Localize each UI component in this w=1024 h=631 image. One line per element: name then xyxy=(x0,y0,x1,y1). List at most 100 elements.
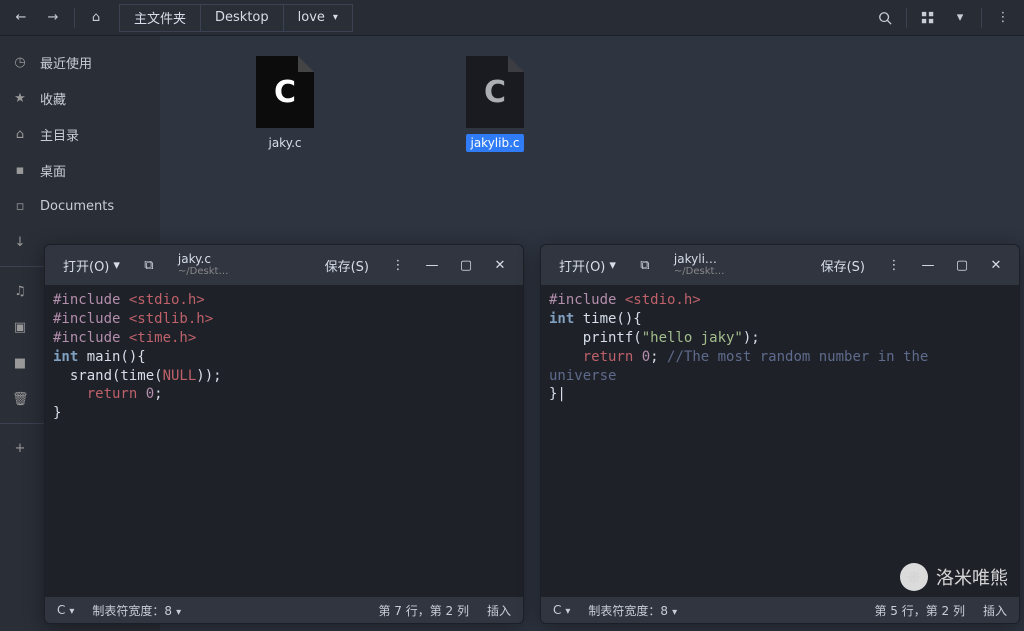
sidebar-item-label: 最近使用 xyxy=(40,53,92,72)
save-button[interactable]: 保存(S) xyxy=(315,251,379,279)
file-icon-view[interactable]: C jaky.c C jakylib.c xyxy=(160,36,1024,236)
open-button[interactable]: 打开(O) ▾ xyxy=(549,251,626,279)
home-button[interactable]: ⌂ xyxy=(81,4,111,32)
minimize-button[interactable]: — xyxy=(913,251,943,279)
editor-header: 打开(O) ▾ ⧉ jaky.c ~/Deskt… 保存(S) ⋮ — ▢ ✕ xyxy=(45,245,523,285)
clock-icon: ◷ xyxy=(12,55,28,70)
minimize-button[interactable]: — xyxy=(417,251,447,279)
menu-button[interactable]: ⋮ xyxy=(383,251,413,279)
status-language[interactable]: C▾ xyxy=(57,603,74,617)
chevron-down-icon: ▾ xyxy=(69,606,74,617)
status-tabwidth[interactable]: 制表符宽度：8▾ xyxy=(92,602,181,619)
grid-icon xyxy=(921,11,935,25)
sidebar-item-starred[interactable]: ★ 收藏 xyxy=(0,80,160,116)
open-button[interactable]: 打开(O) ▾ xyxy=(53,251,130,279)
chevron-down-icon: ▾ xyxy=(113,258,120,273)
editor-filepath: ~/Deskt… xyxy=(178,266,229,277)
videos-icon: ■ xyxy=(12,356,28,371)
file-item[interactable]: C jaky.c xyxy=(240,56,330,216)
c-file-icon: C xyxy=(466,56,524,128)
home-icon: ⌂ xyxy=(12,127,28,142)
view-dropdown-button[interactable]: ▾ xyxy=(945,4,975,32)
menu-button[interactable]: ⋮ xyxy=(879,251,909,279)
file-item[interactable]: C jakylib.c xyxy=(450,56,540,216)
sidebar-item-label: 桌面 xyxy=(40,161,66,180)
code-editor[interactable]: #include <stdio.h>int time(){ printf("he… xyxy=(541,285,1019,597)
editor-filename: jakyli… xyxy=(674,253,717,266)
watermark: ❋ 洛米唯熊 xyxy=(900,563,1008,591)
music-icon: ♫ xyxy=(12,284,28,299)
forward-button[interactable]: → xyxy=(38,4,68,32)
minimize-icon: — xyxy=(426,258,439,273)
chevron-down-icon: ▾ xyxy=(565,606,570,617)
file-name-label: jaky.c xyxy=(264,134,305,152)
breadcrumb: 主文件夹 Desktop love ▾ xyxy=(119,4,868,32)
download-icon: ↓ xyxy=(12,235,28,250)
editor-statusbar: C▾ 制表符宽度：8▾ 第 7 行，第 2 列 插入 xyxy=(45,597,523,623)
sidebar-item-recent[interactable]: ◷ 最近使用 xyxy=(0,44,160,80)
kebab-icon: ⋮ xyxy=(888,258,901,273)
maximize-button[interactable]: ▢ xyxy=(947,251,977,279)
file-manager-toolbar: ← → ⌂ 主文件夹 Desktop love ▾ ▾ ⋮ xyxy=(0,0,1024,36)
new-window-icon: ⧉ xyxy=(144,258,153,273)
status-position: 第 5 行，第 2 列 xyxy=(874,602,965,619)
breadcrumb-item[interactable]: love ▾ xyxy=(284,4,353,32)
c-file-icon: C xyxy=(256,56,314,128)
breadcrumb-label: love xyxy=(298,10,325,25)
separator xyxy=(906,8,907,28)
editor-statusbar: C▾ 制表符宽度：8▾ 第 5 行，第 2 列 插入 xyxy=(541,597,1019,623)
kebab-icon: ⋮ xyxy=(997,10,1010,25)
chevron-down-icon: ▾ xyxy=(176,607,181,618)
back-button[interactable]: ← xyxy=(6,4,36,32)
sidebar-item-label: 主目录 xyxy=(40,125,79,144)
breadcrumb-item[interactable]: Desktop xyxy=(201,4,284,32)
minimize-icon: — xyxy=(922,258,935,273)
sidebar-item-label: Documents xyxy=(40,199,114,214)
chevron-down-icon: ▾ xyxy=(609,258,616,273)
trash-icon: 🗑 xyxy=(12,392,28,407)
editor-header: 打开(O) ▾ ⧉ jakyli… ~/Deskt… 保存(S) ⋮ — ▢ ✕ xyxy=(541,245,1019,285)
sidebar-item-home[interactable]: ⌂ 主目录 xyxy=(0,116,160,152)
code-editor[interactable]: #include <stdio.h>#include <stdlib.h>#in… xyxy=(45,285,523,597)
wechat-icon: ❋ xyxy=(900,563,928,591)
view-mode-button[interactable] xyxy=(913,4,943,32)
open-label: 打开(O) xyxy=(559,256,605,275)
editor-window-left: 打开(O) ▾ ⧉ jaky.c ~/Deskt… 保存(S) ⋮ — ▢ ✕ … xyxy=(44,244,524,624)
sidebar-item-documents[interactable]: ▫ Documents xyxy=(0,188,160,224)
close-button[interactable]: ✕ xyxy=(485,251,515,279)
maximize-button[interactable]: ▢ xyxy=(451,251,481,279)
file-name-label: jakylib.c xyxy=(466,134,523,152)
pictures-icon: ▣ xyxy=(12,320,28,335)
maximize-icon: ▢ xyxy=(460,258,472,273)
status-tabwidth[interactable]: 制表符宽度：8▾ xyxy=(588,602,677,619)
status-mode: 插入 xyxy=(487,602,511,619)
plus-icon: + xyxy=(12,441,28,456)
close-icon: ✕ xyxy=(495,258,506,273)
breadcrumb-item[interactable]: 主文件夹 xyxy=(119,4,201,32)
separator xyxy=(981,8,982,28)
search-button[interactable] xyxy=(870,4,900,32)
sidebar-item-desktop[interactable]: ▪ 桌面 xyxy=(0,152,160,188)
maximize-icon: ▢ xyxy=(956,258,968,273)
status-language[interactable]: C▾ xyxy=(553,603,570,617)
new-tab-button[interactable]: ⧉ xyxy=(630,251,660,279)
save-button[interactable]: 保存(S) xyxy=(811,251,875,279)
new-window-icon: ⧉ xyxy=(640,258,649,273)
desktop-icon: ▪ xyxy=(12,163,28,178)
editor-filepath: ~/Deskt… xyxy=(674,266,725,277)
open-label: 打开(O) xyxy=(63,256,109,275)
chevron-down-icon: ▾ xyxy=(957,10,964,25)
new-tab-button[interactable]: ⧉ xyxy=(134,251,164,279)
kebab-icon: ⋮ xyxy=(392,258,405,273)
editor-title: jaky.c ~/Deskt… xyxy=(168,251,239,279)
chevron-down-icon: ▾ xyxy=(333,12,338,23)
document-icon: ▫ xyxy=(12,199,28,214)
close-button[interactable]: ✕ xyxy=(981,251,1011,279)
close-icon: ✕ xyxy=(991,258,1002,273)
menu-button[interactable]: ⋮ xyxy=(988,4,1018,32)
status-position: 第 7 行，第 2 列 xyxy=(378,602,469,619)
search-icon xyxy=(878,11,892,25)
editor-filename: jaky.c xyxy=(178,253,211,266)
watermark-text: 洛米唯熊 xyxy=(936,564,1008,590)
star-icon: ★ xyxy=(12,91,28,106)
